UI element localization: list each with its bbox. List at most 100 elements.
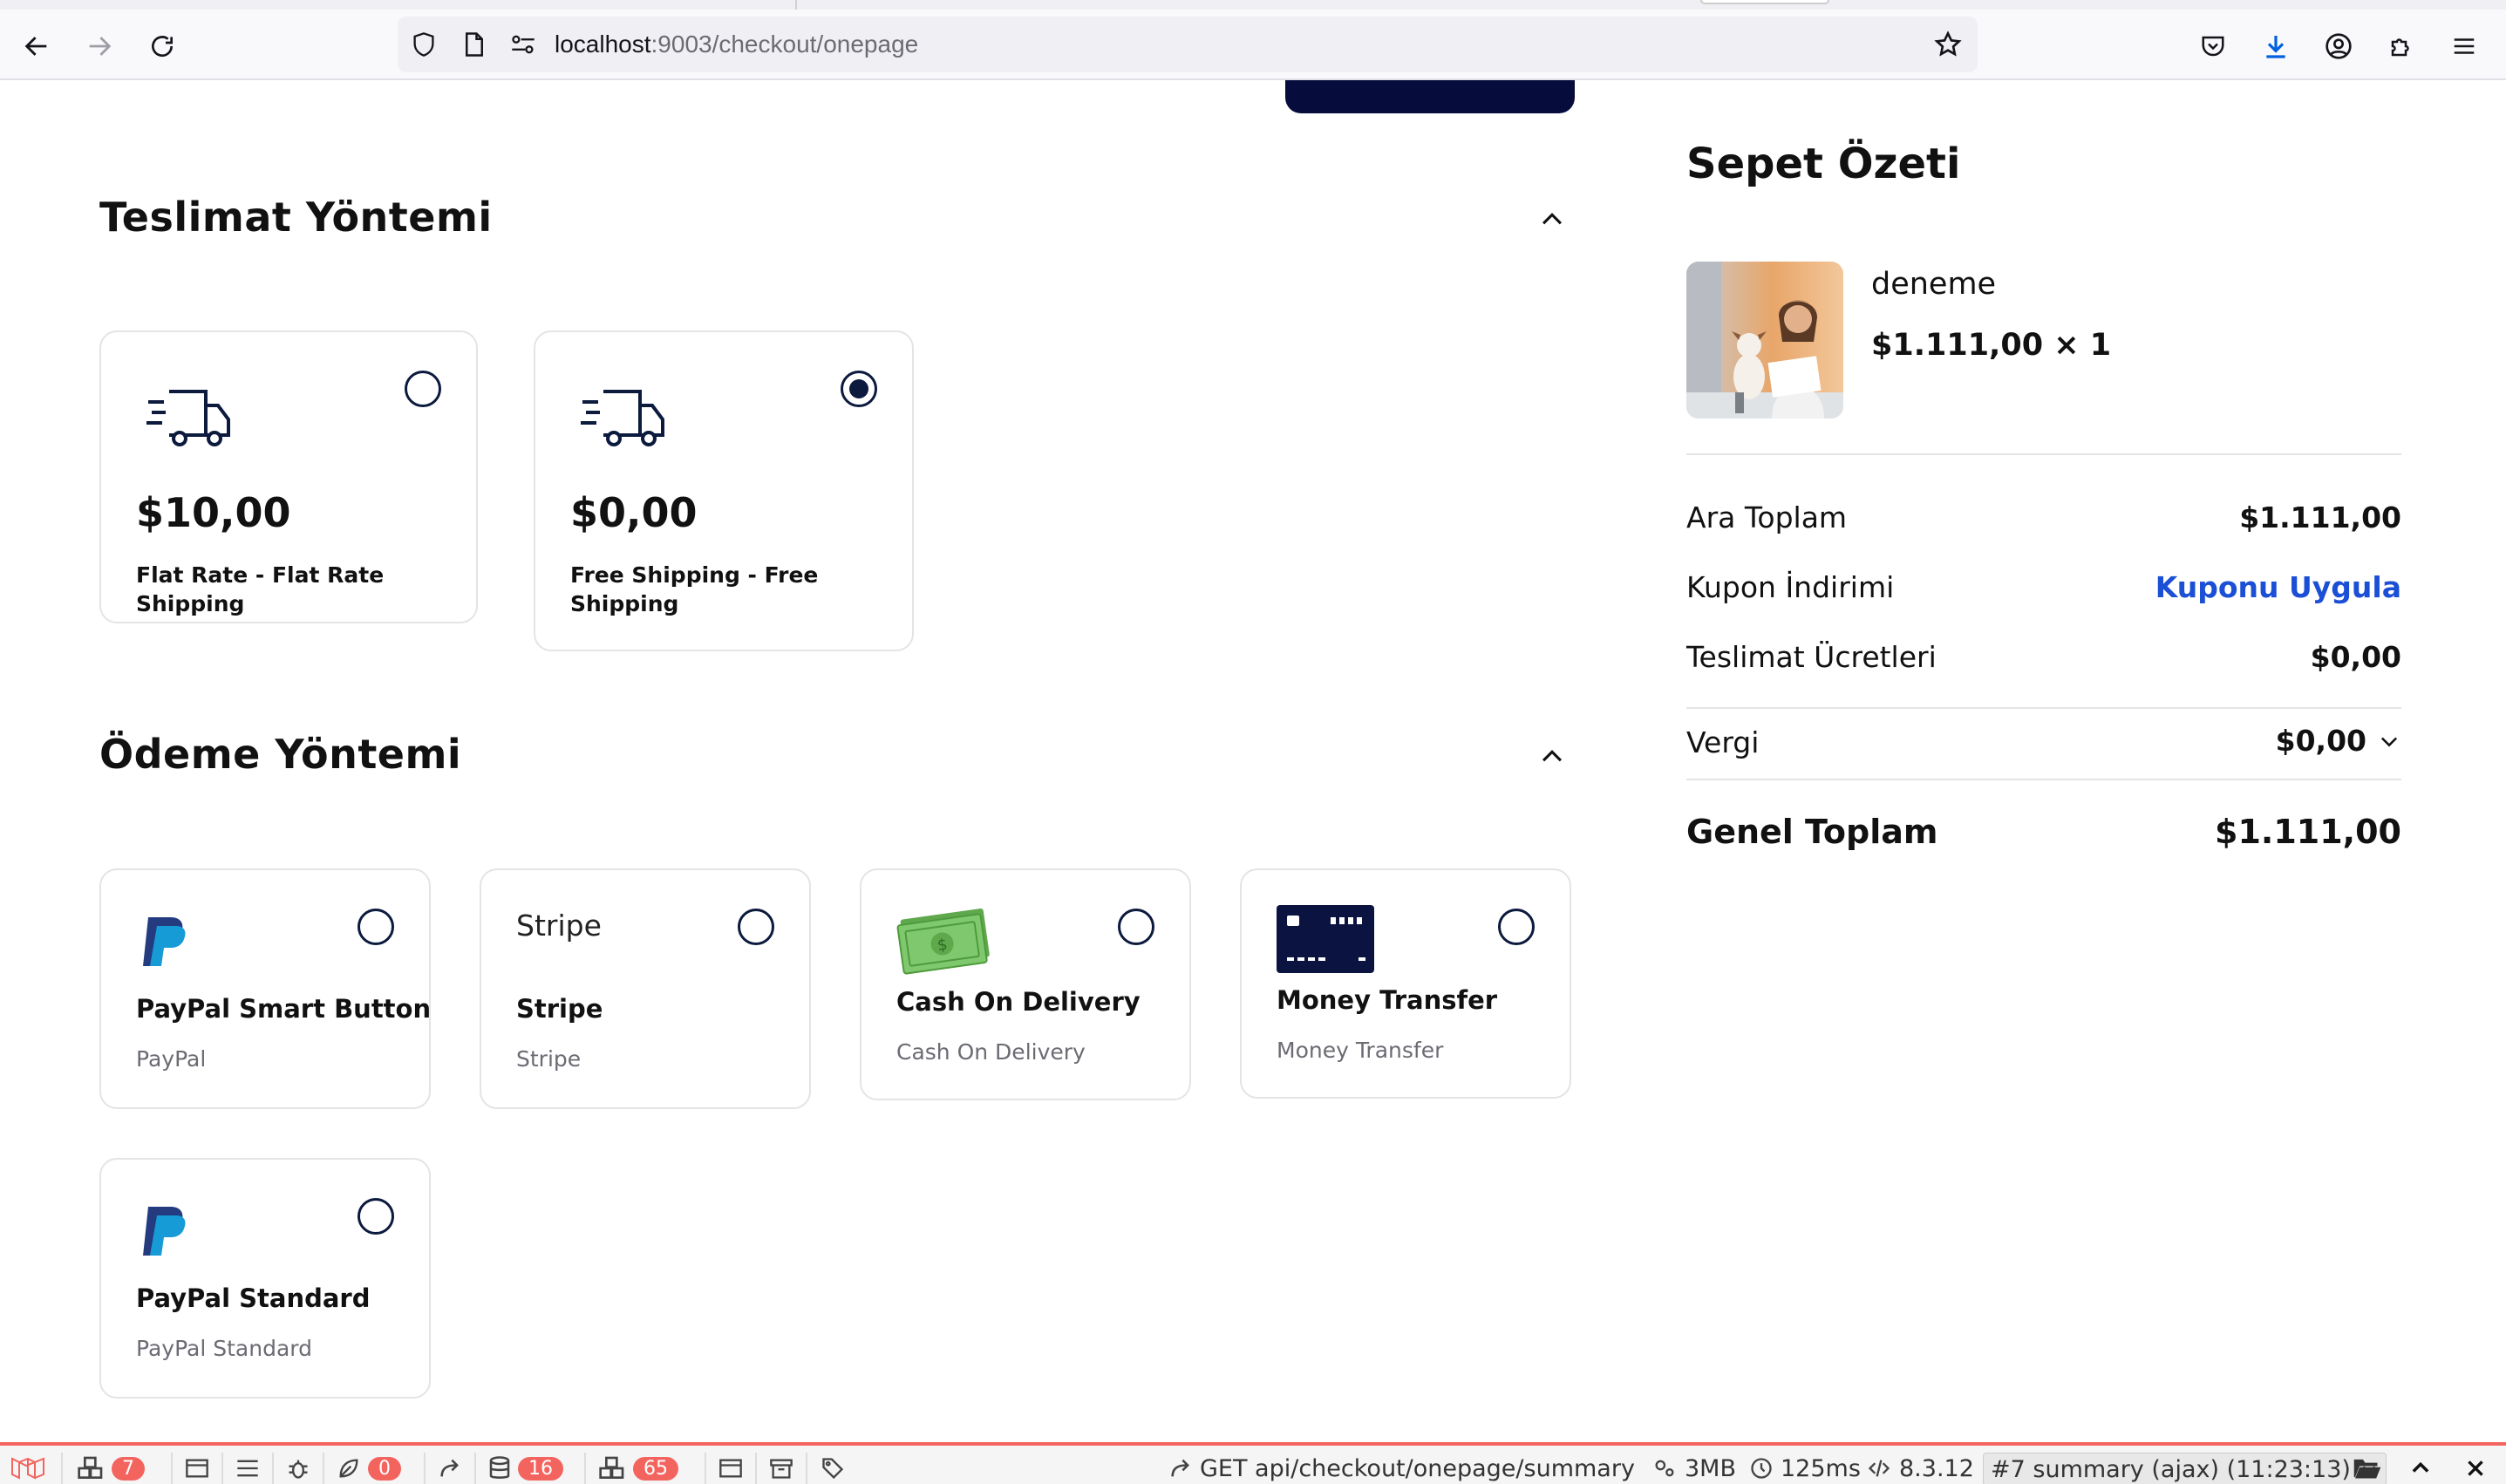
debugbar-request-select[interactable]: #7 summary (ajax) (11:23:13) <box>1983 1453 2387 1484</box>
payment-radio-money-transfer[interactable] <box>1498 909 1535 945</box>
arrow-left-icon <box>24 37 47 56</box>
debugbar-close-button[interactable] <box>2464 1451 2487 1484</box>
database-icon <box>489 1456 510 1479</box>
truck-icon <box>146 390 230 446</box>
menu-button[interactable] <box>2447 29 2482 64</box>
apply-coupon-link[interactable]: Kuponu Uygula <box>2155 570 2401 604</box>
payment-option-cash-on-delivery[interactable]: $ Cash On Delivery Cash On Delivery <box>860 868 1191 1100</box>
permissions-icon[interactable] <box>509 31 537 58</box>
debugbar-separator <box>806 1453 807 1484</box>
payment-title: Money Transfer <box>1277 985 1498 1015</box>
payment-option-money-transfer[interactable]: Money Transfer Money Transfer <box>1240 868 1571 1099</box>
cubes-icon <box>599 1456 624 1479</box>
shipping-section-title: Teslimat Yöntemi <box>99 194 493 241</box>
messages-count-badge: 7 <box>112 1456 145 1481</box>
debugbar-exceptions-tab[interactable] <box>286 1451 310 1484</box>
close-icon <box>2468 1460 2483 1476</box>
back-button[interactable] <box>19 29 54 64</box>
grand-total-label: Genel Toplam <box>1686 813 1938 851</box>
php-version-value: 8.3.12 <box>1899 1454 1974 1482</box>
account-button[interactable] <box>2321 29 2356 64</box>
extensions-button[interactable] <box>2384 29 2419 64</box>
url-text[interactable]: localhost:9003/checkout/onepage <box>555 31 918 58</box>
payment-option-paypal-standard[interactable]: PayPal Standard PayPal Standard <box>99 1158 431 1399</box>
payment-collapse-toggle[interactable] <box>1535 739 1570 774</box>
debugbar-php-version: 8.3.12 <box>1866 1451 1974 1484</box>
bug-icon <box>289 1460 308 1479</box>
folder-open-icon <box>2353 1459 2381 1479</box>
pocket-icon <box>2202 36 2224 57</box>
tab-strip <box>0 0 2506 10</box>
shipping-price: $0,00 <box>570 489 698 536</box>
debugbar-mails-tab[interactable] <box>718 1451 743 1484</box>
gears-icon <box>1655 1460 1674 1477</box>
payment-radio-paypal-standard[interactable] <box>358 1198 394 1235</box>
payment-option-paypal-smart[interactable]: PayPal Smart Button PayPal <box>99 868 431 1109</box>
shipping-option-flat-rate[interactable]: $10,00 Flat Rate - Flat Rate Shipping <box>99 330 478 623</box>
shipping-description: Free Shipping - Free Shipping <box>570 562 819 616</box>
cubes-icon <box>78 1456 103 1479</box>
chevron-up-icon <box>2412 1461 2429 1473</box>
shipping-radio-free[interactable] <box>841 371 877 407</box>
chevron-down-icon <box>2380 737 2398 746</box>
debugbar-request-info: GET api/checkout/onepage/summary <box>1168 1451 1635 1484</box>
payment-radio-paypal-smart[interactable] <box>358 909 394 945</box>
subtotal-value: $1.111,00 <box>2239 500 2401 534</box>
exceptions-count-badge: 0 <box>368 1456 401 1481</box>
active-tab[interactable] <box>1700 0 1829 4</box>
payment-radio-stripe[interactable] <box>738 909 774 945</box>
payment-subtitle: Money Transfer <box>1277 1038 1444 1063</box>
debugbar-gates-tab[interactable] <box>820 1451 846 1484</box>
product-image[interactable] <box>1686 262 1843 419</box>
tax-toggle[interactable]: $0,00 <box>2276 724 2401 758</box>
debugbar-separator <box>755 1453 757 1484</box>
debugbar-timeline-tab[interactable] <box>185 1451 209 1484</box>
url-bar[interactable]: localhost:9003/checkout/onepage <box>398 17 1978 72</box>
debugbar-separator <box>272 1453 274 1484</box>
window-icon <box>186 1459 208 1478</box>
payment-subtitle: Stripe <box>516 1046 582 1072</box>
models-count-badge: 65 <box>633 1456 678 1481</box>
debugbar-maximize-button[interactable] <box>2408 1451 2433 1484</box>
pocket-button[interactable] <box>2196 29 2230 64</box>
shipping-radio-flat-rate[interactable] <box>405 371 441 407</box>
debugbar-route-tab[interactable] <box>235 1451 260 1484</box>
debugbar-logo-icon[interactable] <box>9 1451 49 1484</box>
page-icon[interactable] <box>460 31 488 58</box>
debug-bar: 7 0 16 65 GET api/checkout/onepage/summa… <box>0 1442 2506 1484</box>
debugbar-cache-tab[interactable] <box>769 1451 793 1484</box>
debugbar-separator <box>424 1453 426 1484</box>
account-icon <box>2326 33 2352 59</box>
shipping-collapse-toggle[interactable] <box>1535 202 1570 237</box>
reload-button[interactable] <box>145 29 180 64</box>
debugbar-open-button[interactable] <box>2353 1451 2382 1484</box>
tags-icon <box>822 1458 844 1480</box>
debugbar-models-tab[interactable]: 65 <box>598 1451 678 1484</box>
payment-title: PayPal Smart Button <box>136 994 432 1024</box>
debugbar-messages-tab[interactable]: 7 <box>77 1451 145 1484</box>
forward-button[interactable] <box>82 29 117 64</box>
debugbar-redirect-tab[interactable] <box>438 1451 462 1484</box>
debugbar-separator <box>474 1453 476 1484</box>
summary-divider <box>1686 779 2401 780</box>
shipping-option-free[interactable]: $0,00 Free Shipping - Free Shipping <box>534 330 914 651</box>
queries-count-badge: 16 <box>518 1456 563 1481</box>
chevron-up-icon <box>1542 750 1563 762</box>
bookmark-star-icon[interactable] <box>1934 31 1962 58</box>
payment-option-stripe[interactable]: Stripe Stripe Stripe <box>480 868 811 1109</box>
product-name[interactable]: deneme <box>1871 267 1996 302</box>
debugbar-queries-tab[interactable]: 16 <box>488 1451 563 1484</box>
proceed-button[interactable] <box>1285 80 1575 113</box>
debugbar-time: 125ms <box>1749 1451 1861 1484</box>
summary-divider <box>1686 453 2401 455</box>
chevron-up-icon <box>1542 213 1563 225</box>
shipping-description: Flat Rate - Flat Rate Shipping <box>136 562 385 616</box>
downloads-button[interactable] <box>2258 29 2293 64</box>
debugbar-separator <box>61 1453 63 1484</box>
shield-icon[interactable] <box>410 31 438 58</box>
shipping-fee-label: Teslimat Ücretleri <box>1686 640 1937 674</box>
payment-radio-cash-on-delivery[interactable] <box>1118 909 1154 945</box>
debugbar-views-tab[interactable]: 0 <box>337 1451 401 1484</box>
debugbar-separator <box>171 1453 173 1484</box>
paypal-logo-icon <box>143 917 186 966</box>
